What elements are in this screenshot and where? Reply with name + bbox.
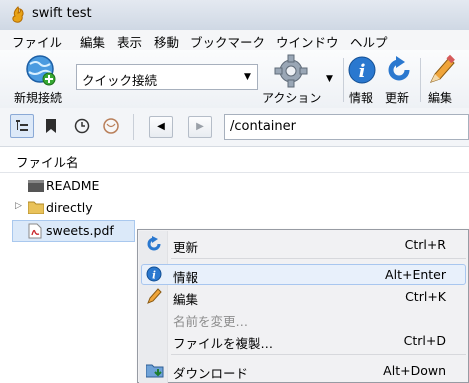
new-connection-label: 新規接続 [14, 91, 63, 105]
info-icon: i [146, 266, 162, 282]
edit-label: 編集 [428, 91, 453, 105]
action-chevron-icon: ▼ [326, 74, 333, 84]
forward-arrow-icon: ▶ [196, 121, 204, 132]
info-label: 情報 [349, 91, 374, 105]
pencil-icon [147, 288, 162, 304]
menu-view[interactable]: 表示 [117, 32, 142, 51]
context-menu-label: ダウンロード [173, 366, 249, 381]
bookmark-icon[interactable] [44, 118, 58, 134]
menu-bar: ファイル 編集 表示 移動 ブックマーク ウインドウ ヘルプ [0, 30, 469, 51]
quick-connect-value: クイック接続 [82, 73, 158, 88]
globe-icon [26, 55, 56, 86]
download-icon [146, 364, 164, 378]
action-button[interactable]: ▼ アクション [262, 52, 340, 106]
action-label: アクション [262, 91, 322, 105]
refresh-label: 更新 [385, 91, 410, 105]
history-clock-icon[interactable] [74, 118, 90, 134]
svg-text:i: i [359, 61, 366, 82]
context-menu-shortcut: Alt+Down [383, 363, 446, 378]
context-menu-edit[interactable]: 編集 Ctrl+K [138, 285, 468, 307]
outline-view-button[interactable] [10, 114, 34, 138]
toolbar-divider [343, 58, 344, 102]
app-logo-icon [12, 6, 24, 23]
context-menu-download[interactable]: ダウンロード Alt+Down [138, 359, 468, 381]
window-title: swift test [32, 6, 92, 21]
context-menu-shortcut: Ctrl+D [403, 333, 446, 348]
refresh-button[interactable]: 更新 [382, 52, 416, 106]
context-menu-label: 名前を変更… [173, 314, 249, 329]
tree-list-icon [16, 120, 28, 131]
context-menu-shortcut: Ctrl+K [405, 289, 446, 304]
menu-edit[interactable]: 編集 [80, 32, 105, 51]
expand-arrow-icon[interactable]: ▷ [15, 201, 22, 211]
menu-go[interactable]: 移動 [154, 32, 179, 51]
new-connection-button[interactable]: 新規接続 [12, 52, 68, 106]
menu-file[interactable]: ファイル [12, 32, 62, 51]
refresh-icon [147, 236, 161, 251]
context-menu-duplicate[interactable]: ファイルを複製… Ctrl+D [138, 329, 468, 351]
gear-icon [274, 54, 308, 88]
context-menu-divider [171, 354, 466, 355]
folder-row[interactable]: ▷ directly [12, 198, 212, 218]
context-menu-shortcut: Alt+Enter [385, 267, 446, 282]
context-menu-divider [171, 258, 466, 259]
pencil-icon [430, 54, 455, 83]
context-menu-shortcut: Ctrl+R [404, 237, 446, 252]
path-value: /container [230, 119, 296, 134]
refresh-icon [388, 56, 410, 81]
bonjour-icon[interactable] [102, 117, 120, 135]
selected-file-name: sweets.pdf [46, 223, 114, 238]
context-menu-label: 編集 [173, 292, 199, 307]
menu-window[interactable]: ウインドウ [276, 32, 339, 51]
folder-name: directly [46, 200, 93, 215]
context-menu-info[interactable]: i 情報 Alt+Enter [138, 263, 468, 285]
context-menu-label: 更新 [173, 240, 199, 255]
info-icon: i [348, 56, 376, 84]
svg-text:i: i [152, 271, 156, 282]
context-menu-rename[interactable]: 名前を変更… [138, 307, 468, 329]
back-arrow-icon: ◀ [157, 121, 165, 132]
menu-help[interactable]: ヘルプ [350, 32, 388, 51]
file-row[interactable]: README [12, 176, 212, 196]
nav-divider [133, 114, 134, 140]
info-button[interactable]: i 情報 [346, 52, 378, 106]
file-icon [28, 180, 44, 192]
context-menu-label: 情報 [173, 270, 199, 285]
menu-bookmark[interactable]: ブックマーク [190, 32, 265, 51]
file-name: README [46, 178, 100, 193]
context-menu-label: ファイルを複製… [173, 336, 274, 351]
folder-icon [28, 201, 44, 214]
context-menu-refresh[interactable]: 更新 Ctrl+R [138, 233, 468, 255]
pdf-file-icon [28, 223, 42, 239]
forward-button[interactable]: ▶ [188, 116, 212, 138]
chevron-down-icon: ▼ [244, 72, 251, 82]
toolbar-divider-2 [420, 58, 421, 102]
edit-button[interactable]: 編集 [424, 52, 458, 106]
back-button[interactable]: ◀ [149, 116, 173, 138]
filename-column-label: ファイル名 [16, 155, 79, 170]
